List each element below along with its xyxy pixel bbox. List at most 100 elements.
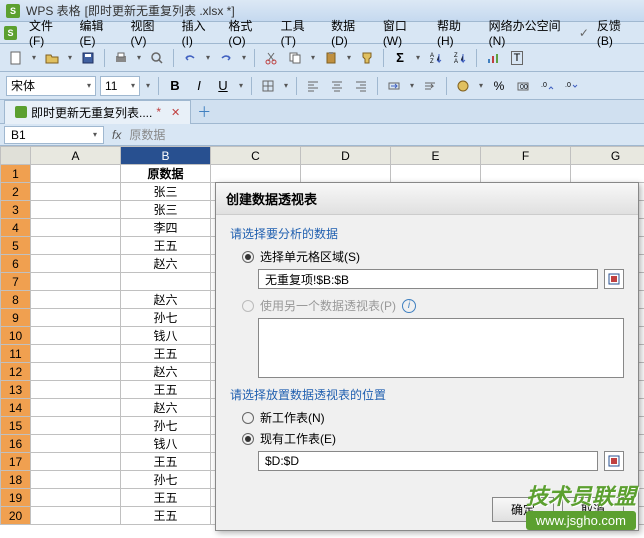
cell-A13[interactable] (31, 381, 121, 399)
row-header-18[interactable]: 18 (1, 471, 31, 489)
undo-icon[interactable] (180, 48, 200, 68)
cell-B10[interactable]: 钱八 (121, 327, 211, 345)
align-center-icon[interactable] (327, 76, 347, 96)
col-header-F[interactable]: F (481, 147, 571, 165)
row-header-1[interactable]: 1 (1, 165, 31, 183)
cell-B18[interactable]: 孙七 (121, 471, 211, 489)
row-header-2[interactable]: 2 (1, 183, 31, 201)
cell-B6[interactable]: 赵六 (121, 255, 211, 273)
cell-B2[interactable]: 张三 (121, 183, 211, 201)
cell-A14[interactable] (31, 399, 121, 417)
row-header-7[interactable]: 7 (1, 273, 31, 291)
fx-icon[interactable]: fx (104, 128, 129, 142)
open-icon[interactable] (42, 48, 62, 68)
info-icon[interactable]: i (402, 299, 416, 313)
col-header-D[interactable]: D (301, 147, 391, 165)
menu-app-icon[interactable]: S (4, 26, 17, 40)
cell-B4[interactable]: 李四 (121, 219, 211, 237)
menu-file[interactable]: 文件(F) (23, 15, 71, 50)
cell-B1[interactable]: 原数据 (121, 165, 211, 183)
cell-B11[interactable]: 王五 (121, 345, 211, 363)
cell-A2[interactable] (31, 183, 121, 201)
cell-F1[interactable] (481, 165, 571, 183)
comma-icon[interactable]: 00 (513, 76, 533, 96)
add-tab-button[interactable]: ＋ (191, 102, 217, 122)
cell-A18[interactable] (31, 471, 121, 489)
cell-E1[interactable] (391, 165, 481, 183)
menu-network[interactable]: 网络办公空间(N) (483, 15, 577, 50)
cell-B19[interactable]: 王五 (121, 489, 211, 507)
cell-B17[interactable]: 王五 (121, 453, 211, 471)
cell-B15[interactable]: 孙七 (121, 417, 211, 435)
cell-D1[interactable] (301, 165, 391, 183)
cell-B7[interactable] (121, 273, 211, 291)
row-header-9[interactable]: 9 (1, 309, 31, 327)
row-header-12[interactable]: 12 (1, 363, 31, 381)
cell-B14[interactable]: 赵六 (121, 399, 211, 417)
cell-A17[interactable] (31, 453, 121, 471)
cell-A10[interactable] (31, 327, 121, 345)
col-header-G[interactable]: G (571, 147, 644, 165)
col-header-E[interactable]: E (391, 147, 481, 165)
italic-icon[interactable]: I (189, 76, 209, 96)
cell-A20[interactable] (31, 507, 121, 525)
percent-icon[interactable]: % (489, 76, 509, 96)
cell-A6[interactable] (31, 255, 121, 273)
chart-icon[interactable] (483, 48, 503, 68)
format-painter-icon[interactable] (357, 48, 377, 68)
font-size-select[interactable]: 11 ▾ (100, 76, 140, 96)
row-header-17[interactable]: 17 (1, 453, 31, 471)
cell-A9[interactable] (31, 309, 121, 327)
cell-B9[interactable]: 孙七 (121, 309, 211, 327)
cell-A12[interactable] (31, 363, 121, 381)
decimal-dec-icon[interactable]: .0 (561, 76, 581, 96)
cell-B3[interactable]: 张三 (121, 201, 211, 219)
radio-select-range[interactable]: 选择单元格区域(S) (242, 248, 624, 265)
cell-A5[interactable] (31, 237, 121, 255)
merge-icon[interactable] (384, 76, 404, 96)
row-header-8[interactable]: 8 (1, 291, 31, 309)
menu-insert[interactable]: 插入(I) (176, 15, 221, 50)
row-header-4[interactable]: 4 (1, 219, 31, 237)
sort-desc-icon[interactable]: ZA (450, 48, 470, 68)
row-header-10[interactable]: 10 (1, 327, 31, 345)
preview-icon[interactable] (147, 48, 167, 68)
cell-A1[interactable] (31, 165, 121, 183)
cell-A19[interactable] (31, 489, 121, 507)
redo-icon[interactable] (216, 48, 236, 68)
row-header-16[interactable]: 16 (1, 435, 31, 453)
document-tab[interactable]: 即时更新无重复列表.... * ✕ (4, 100, 191, 124)
range-picker-icon[interactable] (604, 269, 624, 289)
cell-A11[interactable] (31, 345, 121, 363)
location-input[interactable] (258, 451, 598, 471)
col-header-B[interactable]: B (121, 147, 211, 165)
menu-format[interactable]: 格式(O) (222, 15, 272, 50)
col-header-A[interactable]: A (31, 147, 121, 165)
save-icon[interactable] (78, 48, 98, 68)
sum-icon[interactable]: Σ (390, 48, 410, 68)
radio-new-sheet[interactable]: 新工作表(N) (242, 409, 624, 426)
menu-data[interactable]: 数据(D) (325, 15, 375, 50)
cell-A8[interactable] (31, 291, 121, 309)
cell-C1[interactable] (211, 165, 301, 183)
row-header-15[interactable]: 15 (1, 417, 31, 435)
cell-B13[interactable]: 王五 (121, 381, 211, 399)
radio-existing-sheet[interactable]: 现有工作表(E) (242, 430, 624, 447)
name-box[interactable]: B1 ▾ (4, 126, 104, 144)
print-icon[interactable] (111, 48, 131, 68)
row-header-20[interactable]: 20 (1, 507, 31, 525)
align-right-icon[interactable] (351, 76, 371, 96)
cell-G1[interactable] (571, 165, 644, 183)
row-header-6[interactable]: 6 (1, 255, 31, 273)
range-picker-icon[interactable] (604, 451, 624, 471)
currency-icon[interactable] (453, 76, 473, 96)
underline-icon[interactable]: U (213, 76, 233, 96)
row-header-13[interactable]: 13 (1, 381, 31, 399)
menu-tools[interactable]: 工具(T) (275, 15, 323, 50)
row-header-19[interactable]: 19 (1, 489, 31, 507)
font-name-select[interactable]: 宋体 ▾ (6, 76, 96, 96)
close-icon[interactable]: ✕ (171, 106, 180, 119)
menu-feedback[interactable]: 反馈(B) (591, 15, 640, 50)
align-left-icon[interactable] (303, 76, 323, 96)
menu-help[interactable]: 帮助(H) (431, 15, 481, 50)
